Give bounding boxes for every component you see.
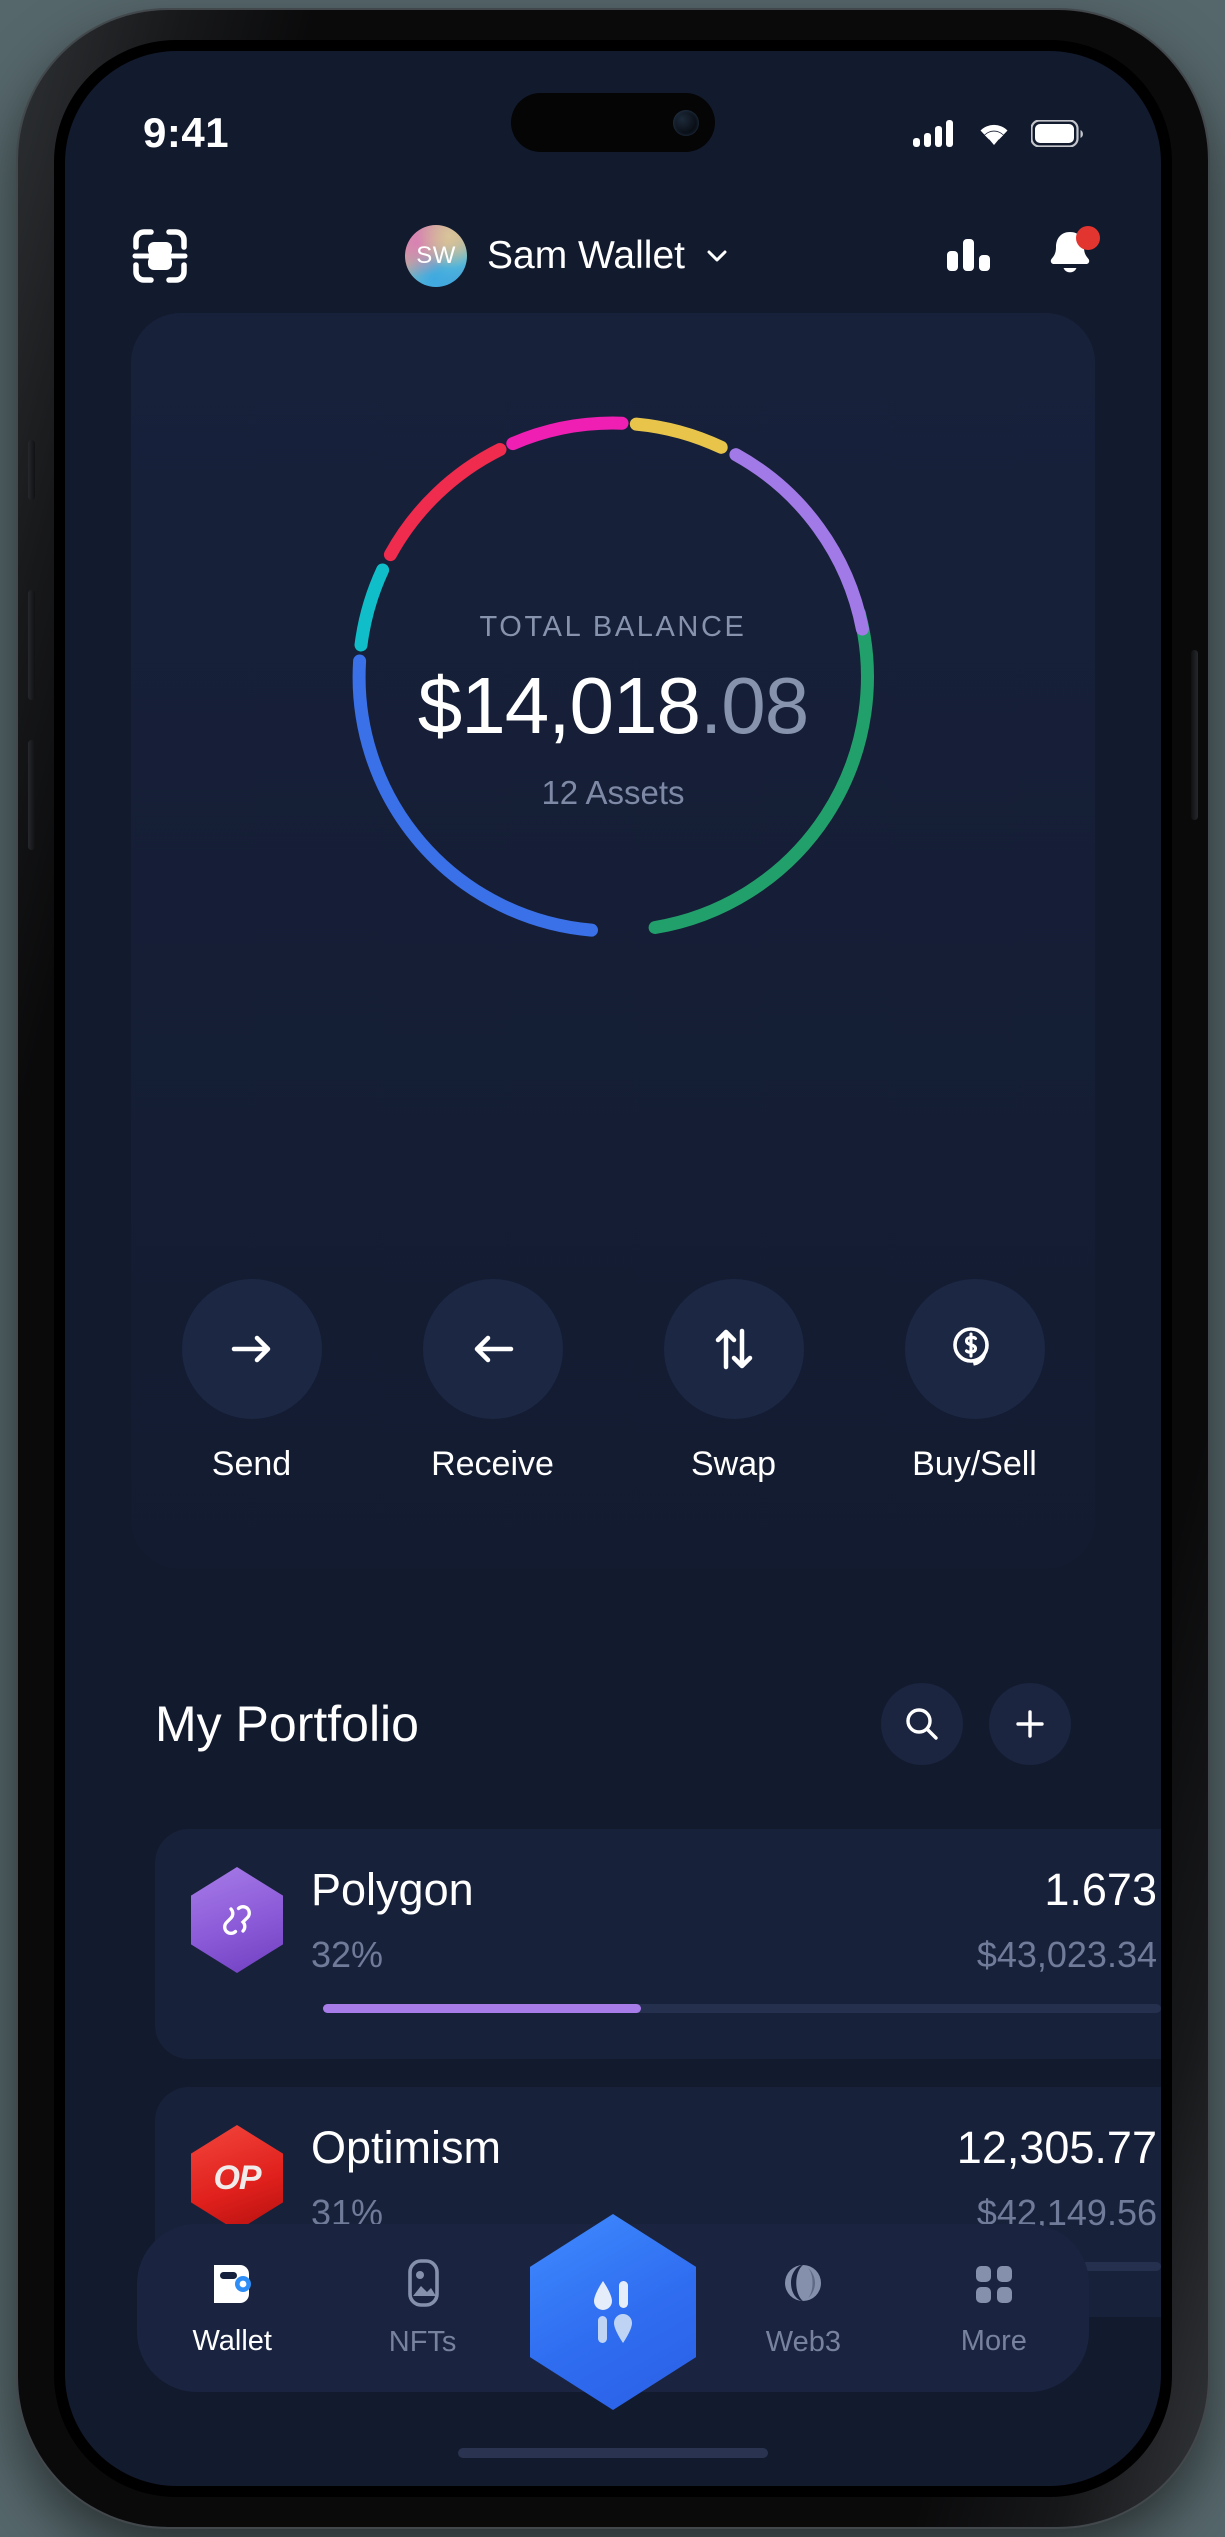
dynamic-island (511, 93, 715, 152)
home-indicator (458, 2448, 768, 2458)
tab-label: Wallet (192, 2324, 272, 2357)
asset-info: Optimism 31% (311, 2125, 957, 2234)
dollar-coin-icon (952, 1327, 989, 1366)
buy-sell-button[interactable] (904, 1279, 1045, 1419)
assets-count: 12 Assets (541, 774, 685, 811)
action-label: Send (211, 1445, 292, 1483)
chevron-down-icon (707, 250, 727, 262)
portfolio-header: My Portfolio (155, 1669, 1071, 1779)
volume-down-button[interactable] (28, 740, 35, 850)
phone-bezel: 9:41 SW Sam Wallet TOTAL BALANCE $14,018… (54, 40, 1172, 2497)
asset-logo: OP (191, 2125, 283, 2231)
allocation-fill (323, 2004, 642, 2013)
wallet-icon (214, 2264, 252, 2303)
asset-figures: 12,305.77 $42,149.56 (957, 2125, 1157, 2234)
asset-value: $43,023.34 (976, 1934, 1157, 1975)
optimism-logo-text: OP (213, 2158, 261, 2197)
balance-summary: TOTAL BALANCE $14,018.08 12 Assets (65, 611, 1161, 812)
app-logo-icon (594, 2281, 632, 2343)
status-bar: 9:41 (65, 51, 1161, 201)
send-button[interactable] (181, 1279, 322, 1419)
cellular-signal-icon (913, 120, 953, 147)
search-button[interactable] (881, 1683, 963, 1765)
image-frame-icon (407, 2258, 439, 2307)
wallet-selector[interactable]: SW Sam Wallet (405, 225, 729, 287)
tab-label: NFTs (388, 2325, 457, 2358)
app-screen: 9:41 SW Sam Wallet TOTAL BALANCE $14,018… (65, 51, 1161, 2486)
phone-frame: 9:41 SW Sam Wallet TOTAL BALANCE $14,018… (18, 10, 1208, 2527)
tab-more[interactable]: More (899, 2259, 1089, 2358)
wallet-name: Sam Wallet (487, 234, 685, 277)
wifi-icon (980, 124, 1008, 145)
grid-squares-icon (975, 2265, 1012, 2303)
polygon-logo-icon (191, 1867, 283, 1973)
action-label: Swap (690, 1445, 777, 1483)
swap-vertical-arrows-icon (715, 1328, 752, 1370)
optimism-logo-icon: OP (191, 2125, 283, 2231)
notification-badge (1076, 225, 1100, 250)
silent-switch[interactable] (28, 440, 35, 500)
status-time: 9:41 (143, 109, 230, 156)
asset-info: Polygon 32% (311, 1867, 977, 1976)
power-button[interactable] (1191, 650, 1198, 820)
header-left (131, 227, 189, 285)
table-row[interactable]: Polygon 32% 1.673 $43,023.34 (155, 1829, 1161, 2059)
asset-figures: 1.673 $43,023.34 (977, 1867, 1157, 1976)
action-buy-sell[interactable]: Buy/Sell (900, 1279, 1050, 1484)
front-camera-icon (673, 109, 699, 136)
volume-up-button[interactable] (28, 590, 35, 700)
balance-label: TOTAL BALANCE (479, 611, 747, 643)
scan-face-icon[interactable] (131, 227, 189, 285)
tab-nfts[interactable]: NFTs (327, 2258, 517, 2359)
avatar-initials: SW (416, 242, 456, 269)
asset-percent: 32% (311, 1934, 384, 1975)
asset-amount: 1.673 (1044, 1864, 1157, 1915)
header-right (945, 225, 1100, 285)
arrow-left-icon (474, 1335, 513, 1363)
status-icons (913, 118, 1083, 148)
tab-label: Web3 (765, 2325, 842, 2358)
asset-name: Polygon (311, 1864, 474, 1915)
asset-row-content: Polygon 32% 1.673 $43,023.34 (191, 1867, 1157, 1976)
tab-wallet[interactable]: Wallet (137, 2259, 327, 2358)
globe-icon (785, 2264, 822, 2301)
swap-button[interactable] (663, 1279, 804, 1419)
asset-logo (191, 1867, 283, 1973)
action-label: Receive (431, 1445, 554, 1483)
tab-web3[interactable]: Web3 (708, 2258, 898, 2359)
receive-button[interactable] (422, 1279, 563, 1419)
search-icon (906, 1708, 938, 1740)
battery-icon (1031, 119, 1083, 147)
plus-icon (1016, 1710, 1044, 1738)
add-asset-button[interactable] (989, 1683, 1071, 1765)
balance-cents: .08 (699, 661, 809, 750)
quick-actions: Send Receive Swap Buy/Sell (131, 1279, 1095, 1484)
app-header: SW Sam Wallet (65, 201, 1161, 311)
action-send[interactable]: Send (177, 1279, 327, 1484)
balance-amount: $14,018 (417, 661, 701, 750)
allocation-track (323, 2004, 1161, 2013)
arrow-right-icon (231, 1335, 270, 1363)
avatar: SW (405, 225, 468, 287)
balance-amount-row: $14,018.08 (417, 660, 809, 752)
action-receive[interactable]: Receive (418, 1279, 568, 1484)
action-label: Buy/Sell (912, 1445, 1037, 1483)
asset-name: Optimism (311, 2122, 501, 2173)
polygon-glyph-icon (223, 1905, 251, 1935)
action-swap[interactable]: Swap (659, 1279, 809, 1484)
bar-chart-icon[interactable] (945, 233, 993, 279)
asset-amount: 12,305.77 (956, 2122, 1157, 2173)
page-title: My Portfolio (155, 1696, 419, 1752)
portfolio-actions (881, 1683, 1071, 1765)
asset-row-content: OP Optimism 31% 12,305.77 $42,149.56 (191, 2125, 1157, 2234)
notifications-button[interactable] (1045, 225, 1100, 285)
tab-label: More (960, 2324, 1027, 2357)
